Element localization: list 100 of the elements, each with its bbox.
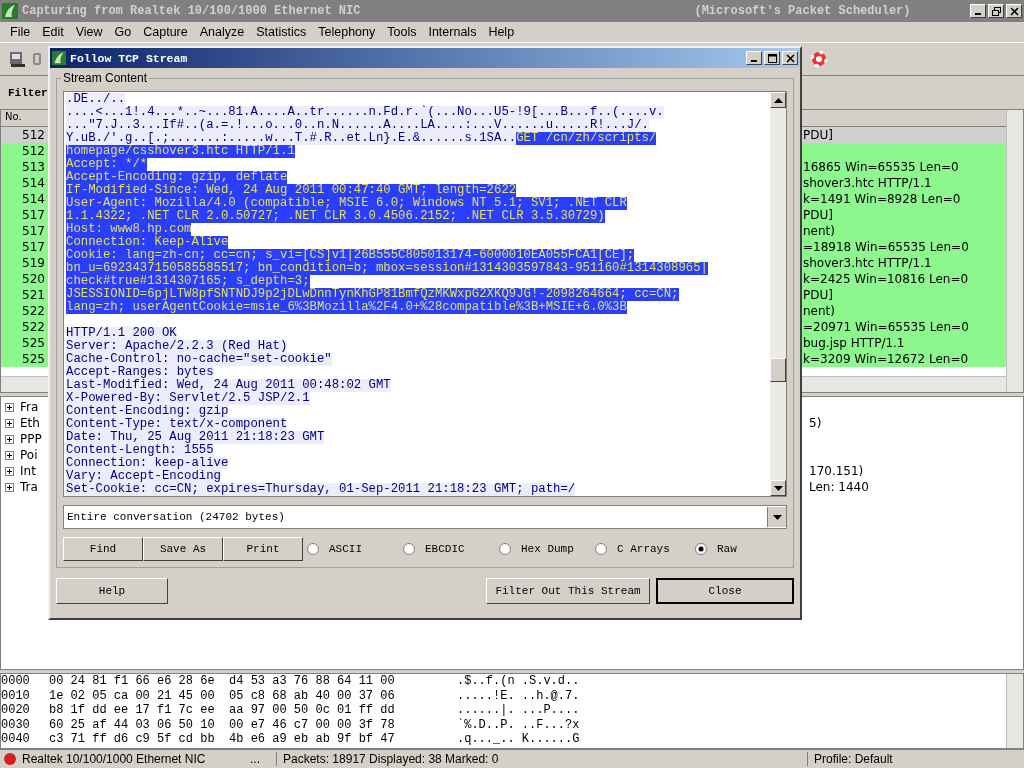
selected-text: Connection: Keep-Alive (66, 236, 229, 249)
status-more[interactable]: ... (250, 752, 277, 766)
status-profile[interactable]: Profile: Default (808, 752, 893, 766)
packet-number: 512 (21, 128, 46, 142)
scroll-thumb[interactable] (770, 358, 786, 382)
close-dialog-button[interactable]: Close (656, 578, 794, 604)
restore-button[interactable] (988, 4, 1004, 18)
expand-icon[interactable] (5, 402, 14, 412)
selected-text: homepage/csshover3.htc HTTP/1.1 (66, 145, 295, 158)
close-button[interactable] (1006, 4, 1022, 18)
radio-label[interactable]: C Arrays (617, 543, 670, 555)
expand-icon[interactable] (5, 482, 14, 492)
hex-ascii: ......|. ...P.... (457, 703, 580, 718)
stream-text: Y.uB./'.g..[.;.......:.....w...T.#.R..et.Ln}.E.&......s.1SA.. (66, 132, 517, 145)
group-label: Stream Content (61, 71, 150, 85)
action-button[interactable]: Print (223, 537, 303, 561)
close-button[interactable] (782, 51, 798, 65)
menu-item[interactable]: Go (108, 25, 138, 39)
menu-item[interactable]: Tools (381, 25, 423, 39)
radio-button[interactable] (499, 543, 511, 555)
scrollbar[interactable] (1006, 674, 1023, 748)
packet-info: nent) (803, 304, 835, 318)
detail-item[interactable]: Int (20, 464, 52, 478)
packet-number: 514 (21, 192, 46, 206)
detail-item[interactable]: Fra (20, 400, 52, 414)
hex-ascii: .$..f.(n .S.v.d.. (457, 674, 580, 689)
menu-item[interactable]: Help (482, 25, 521, 39)
expand-icon[interactable] (5, 434, 14, 444)
radio-button[interactable] (695, 543, 707, 555)
stream-text: Content-Length: 1555 (66, 444, 214, 457)
radio-button[interactable] (307, 543, 319, 555)
packet-number: 517 (21, 208, 46, 222)
restore-icon (991, 6, 1001, 16)
hex-ascii: `%.D..P. ..F...?x (457, 717, 580, 732)
expand-icon[interactable] (5, 450, 14, 460)
hex-bytes: b8 1f dd ee 17 f1 7c ee aa 97 00 50 0c 01 ff dd (49, 703, 396, 718)
expand-icon[interactable] (5, 466, 14, 476)
detail-item[interactable]: PPP (20, 432, 52, 446)
scrollbar[interactable] (1006, 110, 1023, 392)
hex-offset: 0040 (1, 732, 31, 747)
detail-item[interactable]: Poi (20, 448, 52, 462)
filter-out-button[interactable]: Filter Out This Stream (486, 578, 650, 604)
status-counts: Packets: 18917 Displayed: 38 Marked: 0 (277, 752, 808, 766)
expand-icon[interactable] (5, 418, 14, 428)
packet-number: 514 (21, 176, 46, 190)
menu-item[interactable]: Statistics (250, 25, 313, 39)
help-button[interactable]: Help (56, 578, 168, 604)
conversation-dropdown[interactable]: Entire conversation (24702 bytes) (63, 505, 787, 529)
radio-label[interactable]: Raw (717, 543, 737, 555)
action-button[interactable]: Save As (143, 537, 223, 561)
minimize-button[interactable] (970, 4, 986, 18)
hex-bytes: 60 25 af 44 03 06 50 10 00 e7 46 c7 00 00 3f 78 (49, 717, 396, 732)
menu-item[interactable]: View (69, 25, 109, 39)
packet-number: 520 (21, 272, 46, 286)
down-arrow-icon (773, 485, 783, 491)
packet-info: k=2425 Win=10816 Len=0 (803, 272, 969, 286)
lifebuoy-icon[interactable] (810, 50, 828, 68)
minimize-icon (751, 60, 757, 62)
stream-text: .DE../.. (66, 93, 126, 106)
packet-info: k=1491 Win=8928 Len=0 (803, 192, 961, 206)
menu-item[interactable]: Edit (36, 25, 70, 39)
menu-item[interactable]: Telephony (312, 25, 382, 39)
maximize-button[interactable] (764, 51, 780, 65)
stream-text: Cache-Control: no-cache="set-cookie" (66, 353, 332, 366)
window-title: Capturing from Realtek 10/100/1000 Ethernet NIC (22, 4, 361, 18)
radio-button[interactable] (403, 543, 415, 555)
hex-offset: 0020 (1, 703, 31, 718)
radio-button[interactable] (595, 543, 607, 555)
detail-item[interactable]: Eth (20, 416, 52, 430)
packet-number: 519 (21, 256, 46, 270)
detail-item[interactable]: Tra (20, 480, 52, 494)
close-icon (1009, 6, 1019, 16)
column-header[interactable]: No. (1, 110, 49, 126)
packet-info: =18918 Win=65535 Len=0 (803, 240, 969, 254)
packet-info: 16865 Win=65535 Len=0 (803, 160, 959, 174)
action-button[interactable]: Find (63, 537, 143, 561)
packet-number: 521 (21, 288, 46, 302)
detail-info: 5) (809, 416, 822, 430)
packet-number: 512 (21, 144, 46, 158)
radio-label[interactable]: EBCDIC (425, 543, 465, 555)
scrollbar[interactable] (770, 92, 786, 496)
stream-text: Set-Cookie: cc=CN; expires=Thursday, 01-Sep-2011 21:18:23 GMT; path=/ (66, 483, 576, 496)
menu-item[interactable]: Analyze (193, 25, 251, 39)
hex-bytes: c3 71 ff d6 c9 5f cd bb 4b e6 a9 eb ab 9f bf 47 (49, 732, 396, 747)
selected-text: Host: www8.hp.com (66, 223, 192, 236)
minimize-button[interactable] (746, 51, 762, 65)
hex-ascii: .q..._.. K......G (457, 732, 580, 747)
packet-info: PDU] (803, 288, 833, 302)
selected-text: If-Modified-Since: Wed, 24 Aug 2011 00:47:40 GMT; length=2622 (66, 184, 517, 197)
radio-label[interactable]: ASCII (329, 543, 362, 555)
selected-text: JSESSIONID=6pjLTW8pfSNTNDJ9p2jDLwDnnTynKhGP81BmfQzMKWxpG2XKQ9JG!-2098264664; cc=CN; (66, 288, 679, 301)
menu-item[interactable]: Internals (422, 25, 483, 39)
stream-text: ....<...1!.4...*..~...81.A....A..tr......n.Fd.r.`(...No...U5-!9[...B...f..(....v. (66, 106, 664, 119)
menu-item[interactable]: Capture (137, 25, 194, 39)
stream-text: Connection: keep-alive (66, 457, 229, 470)
radio-label[interactable]: Hex Dump (521, 543, 574, 555)
stream-text: X-Powered-By: Servlet/2.5 JSP/2.1 (66, 392, 310, 405)
packet-info: k=3209 Win=12672 Len=0 (803, 352, 969, 366)
interface-list-icon[interactable] (8, 50, 26, 68)
menu-item[interactable]: File (4, 25, 37, 39)
